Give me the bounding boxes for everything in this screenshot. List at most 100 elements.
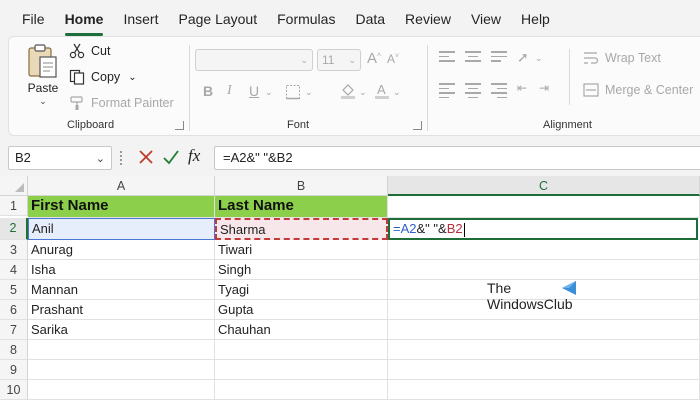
row-header-3[interactable]: 3 [0,240,28,260]
formula-input[interactable]: =A2&" "&B2 [214,146,700,170]
increase-indent-icon[interactable]: ⇥ [539,81,549,95]
cut-button[interactable]: Cut [69,41,110,61]
tab-file[interactable]: File [22,0,45,36]
cell-a9[interactable] [28,360,215,380]
row-header-4[interactable]: 4 [0,260,28,280]
font-color-chevron-icon[interactable]: ⌄ [393,87,401,98]
paste-label: Paste [27,81,59,95]
tab-page-layout[interactable]: Page Layout [178,0,257,36]
paste-dropdown-chevron-icon[interactable]: ⌄ [23,96,63,107]
format-painter-button[interactable]: Format Painter [69,93,174,113]
cell-b1[interactable]: Last Name [215,196,388,218]
cell-b3[interactable]: Tiwari [215,240,388,260]
font-family-select[interactable]: ⌄ [195,49,313,71]
tab-help[interactable]: Help [521,0,550,36]
tab-insert[interactable]: Insert [123,0,158,36]
cell-c10[interactable] [388,380,700,400]
row-header-2[interactable]: 2 [0,218,28,240]
cell-a8[interactable] [28,340,215,360]
font-size-chevron-icon: ⌄ [348,55,356,65]
cell-c7[interactable] [388,320,700,340]
cell-b7[interactable]: Chauhan [215,320,388,340]
cell-b8[interactable] [215,340,388,360]
name-box-chevron-icon[interactable]: ⌄ [96,148,105,170]
font-dialog-launcher-icon[interactable] [413,121,422,130]
cell-b4[interactable]: Singh [215,260,388,280]
cell-a7[interactable]: Sarika [28,320,215,340]
cell-c1[interactable] [388,196,700,218]
enter-check-icon[interactable] [162,147,180,167]
select-all-button[interactable] [0,176,28,196]
bottom-align-icon[interactable] [491,51,507,65]
fill-color-chevron-icon[interactable]: ⌄ [359,87,367,98]
cell-b10[interactable] [215,380,388,400]
column-header-a[interactable]: A [28,176,215,196]
row-header-8[interactable]: 8 [0,340,28,360]
tab-formulas[interactable]: Formulas [277,0,335,36]
cell-c3[interactable] [388,240,700,260]
cell-a5[interactable]: Mannan [28,280,215,300]
cell-a10[interactable] [28,380,215,400]
fill-color-icon[interactable] [339,81,357,99]
orientation-chevron-icon[interactable]: ⌄ [535,53,543,64]
orientation-icon[interactable]: ➚ [517,49,529,66]
column-header-b[interactable]: B [215,176,388,196]
font-color-icon[interactable]: A [373,81,391,99]
underline-chevron-icon[interactable]: ⌄ [265,87,273,98]
insert-function-button[interactable]: fx [188,146,200,166]
copy-dropdown-chevron-icon[interactable]: ⌄ [128,72,136,83]
row-header-5[interactable]: 5 [0,280,28,300]
row-header-6[interactable]: 6 [0,300,28,320]
cell-b9[interactable] [215,360,388,380]
bold-button[interactable]: B [203,83,213,99]
italic-button[interactable]: I [227,83,232,99]
cell-c9[interactable] [388,360,700,380]
clipboard-dialog-launcher-icon[interactable] [175,121,184,130]
increase-font-icon[interactable]: A˄ [367,50,381,67]
format-painter-label: Format Painter [91,96,174,110]
watermark: The WindowsClub [487,280,607,314]
watermark-line-2: WindowsClub [487,296,573,312]
row-header-10[interactable]: 10 [0,380,28,400]
cell-a2[interactable]: Anil [28,218,215,240]
cell-b5[interactable]: Tyagi [215,280,388,300]
decrease-indent-icon[interactable]: ⇤ [517,81,527,95]
paste-button[interactable]: Paste ⌄ [23,41,63,107]
align-center-icon[interactable] [465,83,481,101]
top-align-icon[interactable] [439,51,455,65]
underline-button[interactable]: U [249,83,259,99]
tab-data[interactable]: Data [355,0,385,36]
formula-bar-grip[interactable] [120,151,122,165]
cell-c8[interactable] [388,340,700,360]
cell-a1[interactable]: First Name [28,196,215,218]
align-right-icon[interactable] [491,83,507,101]
decrease-font-icon[interactable]: A˅ [387,52,399,66]
cell-a3[interactable]: Anurag [28,240,215,260]
row-header-7[interactable]: 7 [0,320,28,340]
tab-view[interactable]: View [471,0,501,36]
row-header-1[interactable]: 1 [0,196,28,216]
ribbon-divider [427,45,428,131]
borders-chevron-icon[interactable]: ⌄ [305,87,313,98]
cell-c4[interactable] [388,260,700,280]
font-size-select[interactable]: 11 ⌄ [317,49,361,71]
cell-c2-editing[interactable]: =A2&" "&B2 [388,218,698,240]
cell-a4[interactable]: Isha [28,260,215,280]
row-header-9[interactable]: 9 [0,360,28,380]
name-box[interactable]: B2 ⌄ [8,146,112,170]
scissors-icon [69,43,85,59]
wrap-text-button[interactable]: Wrap Text [583,51,661,65]
align-left-icon[interactable] [439,83,455,101]
column-header-c[interactable]: C [388,176,700,196]
tab-home[interactable]: Home [64,0,103,36]
cell-b2[interactable]: Sharma [215,218,388,240]
name-box-value: B2 [15,150,31,165]
cell-a6[interactable]: Prashant [28,300,215,320]
middle-align-icon[interactable] [465,51,481,65]
cancel-icon[interactable] [138,147,154,167]
borders-icon[interactable] [285,84,301,100]
cell-b6[interactable]: Gupta [215,300,388,320]
tab-review[interactable]: Review [405,0,451,36]
merge-center-button[interactable]: Merge & Center [583,83,693,97]
copy-button[interactable]: Copy ⌄ [69,67,137,87]
